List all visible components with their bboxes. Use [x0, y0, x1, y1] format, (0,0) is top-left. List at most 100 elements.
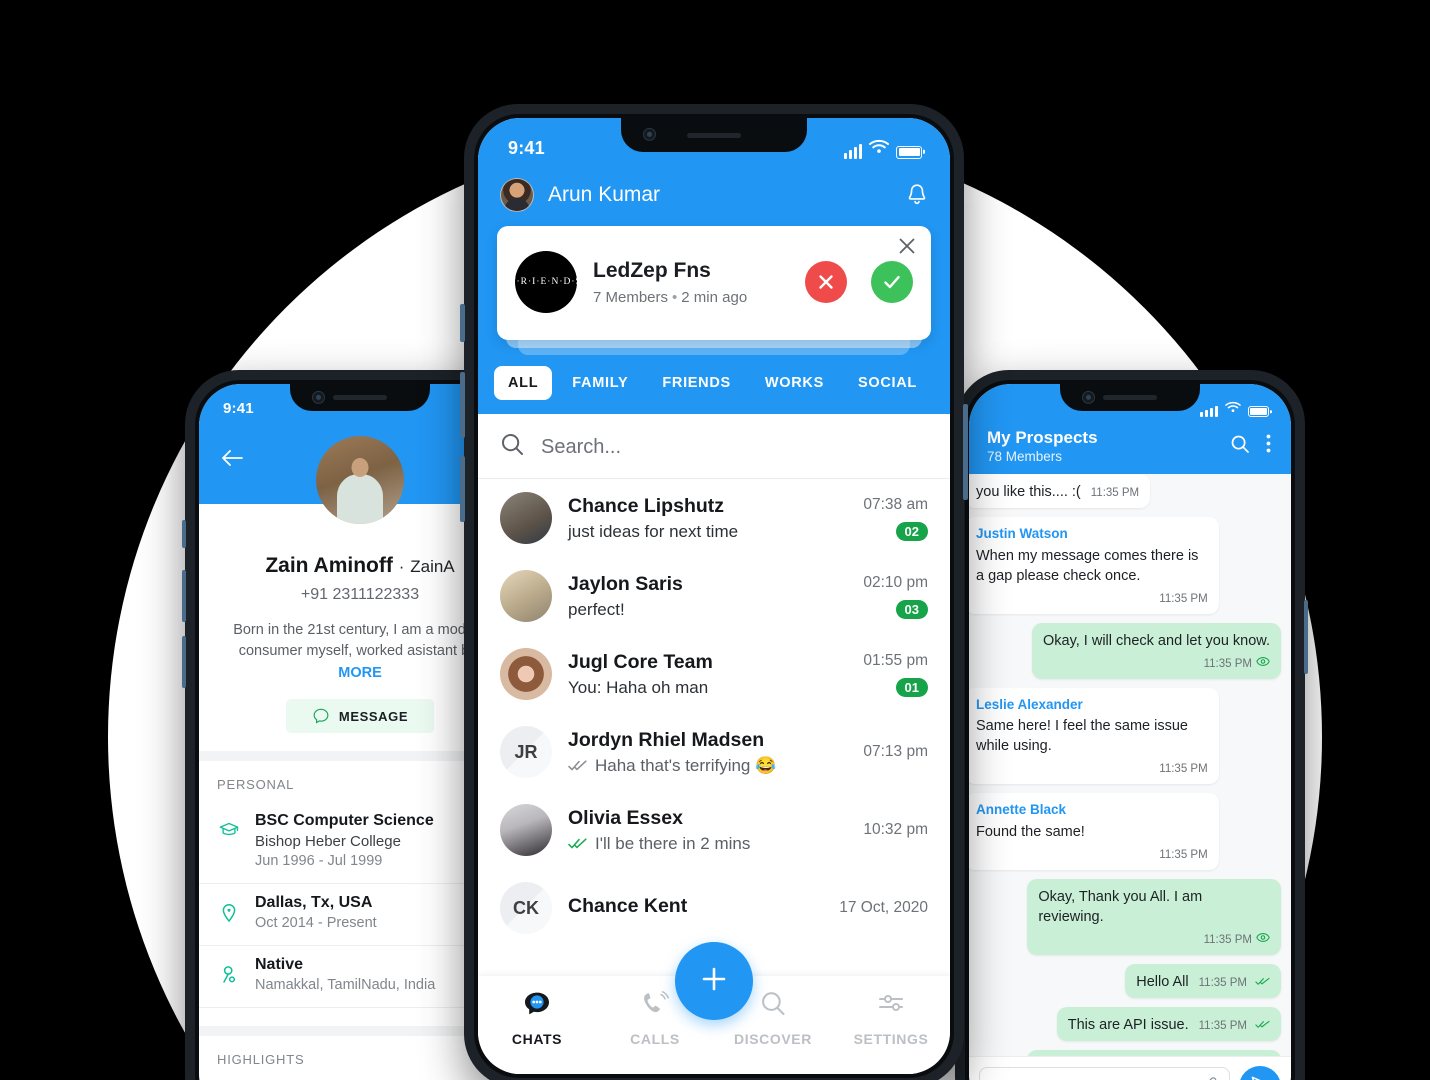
side-button-power[interactable] — [1304, 600, 1308, 674]
message-bubble[interactable]: Okay, Thank you All. I am reviewing. 11:… — [1027, 878, 1281, 955]
chat-list-item[interactable]: Chance Lipshutz just ideas for next time… — [478, 479, 950, 557]
battery-icon — [896, 145, 922, 159]
message-row: This are API issue. 11:35 PM — [979, 1006, 1281, 1050]
side-button-power[interactable] — [963, 404, 968, 500]
education-dates: Jun 1996 - Jul 1999 — [255, 853, 383, 870]
side-button-volume-down[interactable] — [182, 636, 186, 688]
decline-invite-button[interactable] — [805, 261, 847, 303]
chat-meta: 07:13 pm — [863, 743, 928, 761]
message-bubble[interactable]: Okay, I will check and let you know. 11:… — [1031, 622, 1281, 679]
paperclip-icon[interactable] — [1202, 1076, 1219, 1080]
unread-badge: 02 — [895, 521, 928, 541]
phone-center-chats: 9:41 Arun Kumar F·R·I·E·N·D·S LedZep Fns… — [460, 104, 968, 1080]
side-button-volume-down[interactable] — [460, 456, 465, 522]
nav-chats[interactable]: CHATS — [478, 990, 596, 1047]
message-composer: Type a new message — [969, 1056, 1291, 1080]
phone-right-bezel: My Prospects 78 Members you like this...… — [965, 380, 1295, 1080]
chat-list[interactable]: Chance Lipshutz just ideas for next time… — [478, 479, 950, 947]
more-vertical-icon[interactable] — [1260, 434, 1277, 458]
message-text: Same here! I feel the same issue while u… — [976, 718, 1188, 755]
wifi-icon — [1225, 400, 1241, 417]
search-bar[interactable]: Search... — [478, 414, 950, 479]
notch — [290, 384, 430, 411]
chat-list-item[interactable]: JR Jordyn Rhiel Madsen Haha that's terri… — [478, 713, 950, 791]
conversation-title-block[interactable]: My Prospects 78 Members — [987, 428, 1220, 464]
header-username: Arun Kumar — [548, 183, 661, 206]
search-icon[interactable] — [1230, 434, 1250, 459]
nav-discover-label: DISCOVER — [734, 1031, 812, 1047]
tab-social[interactable]: SOCIAL — [844, 366, 931, 400]
status-icons — [844, 138, 922, 159]
message-sender: Annette Black — [976, 802, 1067, 818]
avatar-initials[interactable]: JR — [500, 726, 552, 778]
message-sender: Justin Watson — [976, 526, 1068, 541]
message-bubble[interactable]: Justin Watson When my message comes ther… — [969, 517, 1219, 614]
message-bubble[interactable]: Leslie Alexander Same here! I feel the s… — [969, 687, 1219, 785]
avatar-initials[interactable]: CK — [500, 882, 552, 934]
message-bubble[interactable]: you like this.... :( 11:35 PM — [969, 474, 1151, 508]
seen-eye-icon — [1256, 931, 1270, 947]
chat-list-item[interactable]: Olivia Essex I'll be there in 2 mins 10:… — [478, 791, 950, 869]
chat-preview: Haha that's terrifying 😂 — [595, 755, 777, 775]
profile-name: Zain Aminoff — [265, 554, 393, 577]
user-bar: Arun Kumar — [478, 170, 950, 226]
side-button-mute[interactable] — [182, 520, 186, 548]
message-bubble[interactable]: Hello All 11:35 PM — [1125, 963, 1281, 998]
chat-name: Chance Lipshutz — [568, 494, 725, 517]
close-icon[interactable] — [897, 236, 917, 256]
side-button-volume-up[interactable] — [460, 372, 465, 438]
double-check-icon — [1255, 1015, 1270, 1035]
battery-icon — [1248, 406, 1269, 417]
group-invite-card[interactable]: F·R·I·E·N·D·S LedZep Fns 7 Members • 2 min… — [497, 226, 931, 340]
unread-badge: 01 — [895, 677, 928, 697]
phone-icon — [640, 990, 670, 1023]
side-button-mute[interactable] — [460, 304, 465, 342]
message-text: Okay, I will check and let you know. — [1042, 632, 1270, 649]
chat-preview: perfect! — [568, 599, 625, 619]
tab-friends[interactable]: FRIENDS — [648, 366, 745, 400]
chat-name: Olivia Essex — [568, 806, 683, 829]
chat-meta: 07:38 am 02 — [863, 496, 928, 541]
side-button-volume-up[interactable] — [182, 570, 186, 622]
chat-list-item[interactable]: CK Chance Kent 17 Oct, 2020 — [478, 869, 950, 947]
message-bubble[interactable]: Annette Black Found the same! 11:35 PM — [969, 793, 1219, 870]
message-input[interactable]: Type a new message — [979, 1066, 1230, 1080]
chat-list-item[interactable]: Jugl Core Team You: Haha oh man 01:55 pm… — [478, 635, 950, 713]
tab-works[interactable]: WORKS — [751, 366, 838, 400]
message-text: Okay, Thank you All. I am reviewing. — [1038, 888, 1203, 925]
avatar[interactable] — [500, 492, 552, 544]
avatar[interactable] — [500, 648, 552, 700]
tab-family[interactable]: FAMILY — [558, 366, 642, 400]
new-chat-fab[interactable] — [675, 942, 753, 1020]
conversation-members: 78 Members — [987, 449, 1063, 464]
profile-avatar[interactable] — [316, 436, 404, 524]
accept-invite-button[interactable] — [871, 261, 913, 303]
nav-settings[interactable]: SETTINGS — [832, 990, 950, 1047]
message-list[interactable]: you like this.... :( 11:35 PM Justin Wat… — [969, 474, 1291, 1080]
unread-badge: 03 — [895, 599, 928, 619]
message-button[interactable]: MESSAGE — [286, 699, 434, 734]
earpiece-speaker — [687, 132, 741, 138]
signal-bars-icon — [844, 143, 862, 159]
phone-right-screen: My Prospects 78 Members you like this...… — [969, 384, 1291, 1080]
chat-list-item[interactable]: Jaylon Saris perfect! 02:10 pm 03 — [478, 557, 950, 635]
chat-bubble-outline-icon — [312, 707, 330, 725]
avatar[interactable] — [500, 804, 552, 856]
avatar[interactable] — [500, 178, 534, 212]
avatar[interactable] — [500, 570, 552, 622]
bell-icon[interactable] — [906, 183, 928, 207]
message-bubble[interactable]: This are API issue. 11:35 PM — [1056, 1006, 1281, 1041]
search-input[interactable]: Search... — [541, 436, 621, 459]
chat-meta: 17 Oct, 2020 — [839, 899, 928, 917]
chat-text-block: Jaylon Saris perfect! — [568, 573, 847, 620]
invite-separator: • — [672, 288, 678, 306]
back-arrow-icon[interactable] — [221, 450, 243, 471]
message-button-label: MESSAGE — [338, 708, 409, 724]
tab-all[interactable]: ALL — [494, 366, 553, 400]
send-button[interactable] — [1239, 1065, 1281, 1080]
avatar-head — [351, 458, 369, 477]
native-label: Native — [255, 956, 304, 974]
chat-text-block: Chance Kent — [568, 895, 823, 922]
chat-preview-row: I'll be there in 2 mins — [568, 834, 847, 854]
chat-time: 07:38 am — [863, 495, 928, 513]
